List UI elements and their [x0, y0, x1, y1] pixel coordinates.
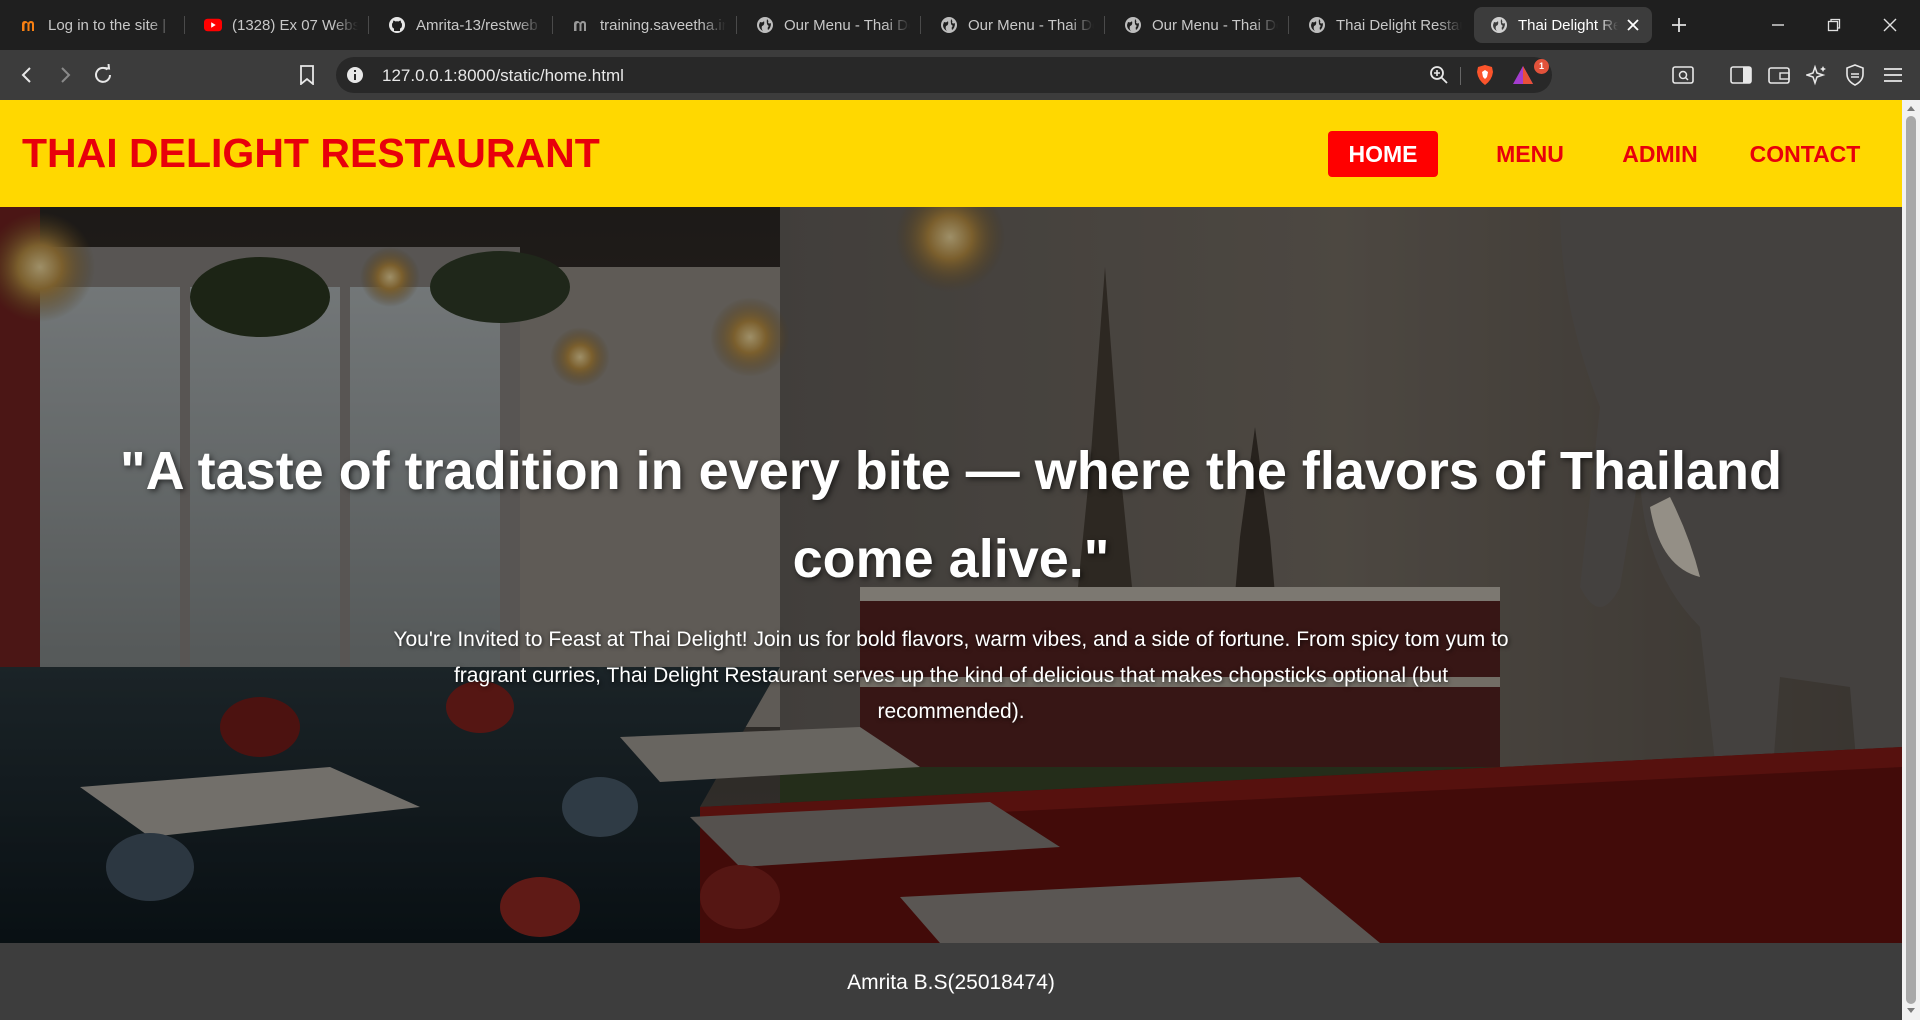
page-viewport: THAI DELIGHT RESTAURANT HOME MENU ADMIN …	[0, 100, 1920, 1020]
sidebar-toggle-icon[interactable]	[1728, 62, 1754, 88]
brave-rewards-icon[interactable]	[1512, 64, 1534, 86]
github-icon	[388, 16, 406, 34]
tab-title: training.saveetha.in	[600, 16, 726, 34]
url-text[interactable]: 127.0.0.1:8000/static/home.html	[382, 66, 624, 86]
close-tab-icon[interactable]	[1624, 16, 1642, 34]
moodle-icon	[20, 16, 38, 34]
globe-icon	[1308, 16, 1326, 34]
globe-icon	[756, 16, 774, 34]
browser-tab[interactable]: Our Menu - Thai Delight	[736, 7, 920, 43]
tab-title: Our Menu - Thai Delight	[784, 16, 910, 34]
browser-tab[interactable]: Our Menu - Thai Delight	[1104, 7, 1288, 43]
zoom-icon[interactable]	[1428, 64, 1450, 86]
back-arrow-icon[interactable]	[14, 62, 40, 88]
site-header: THAI DELIGHT RESTAURANT HOME MENU ADMIN …	[0, 100, 1902, 207]
close-window-icon[interactable]	[1875, 10, 1905, 40]
leo-ai-icon[interactable]	[1804, 62, 1830, 88]
brave-shields-icon[interactable]	[1474, 64, 1496, 86]
new-tab-plus-icon[interactable]	[1664, 10, 1694, 40]
browser-tabstrip: Log in to the site | (1328) Ex 07 Webs A…	[0, 0, 1920, 50]
globe-icon	[940, 16, 958, 34]
browser-tab[interactable]: Amrita-13/restweb	[368, 7, 552, 43]
scrollbar-thumb[interactable]	[1906, 116, 1916, 1004]
browser-tab[interactable]: (1328) Ex 07 Webs	[184, 7, 368, 43]
minimize-icon[interactable]	[1763, 10, 1793, 40]
globe-icon	[1490, 16, 1508, 34]
site-brand[interactable]: THAI DELIGHT RESTAURANT	[22, 130, 600, 177]
site-info-icon[interactable]	[344, 64, 366, 86]
hero-tagline: "A taste of tradition in every bite — wh…	[120, 441, 1782, 589]
tab-title: Thai Delight Restaurant	[1518, 16, 1618, 34]
tab-title: Amrita-13/restweb	[416, 16, 538, 34]
tab-title: Our Menu - Thai Delight	[968, 16, 1094, 34]
vpn-shield-icon[interactable]	[1842, 62, 1868, 88]
nav-admin[interactable]: ADMIN	[1600, 131, 1720, 177]
menu-hamburger-icon[interactable]	[1880, 62, 1906, 88]
scroll-down-icon[interactable]	[1906, 1006, 1916, 1016]
address-bar[interactable]: 127.0.0.1:8000/static/home.html 1	[336, 57, 1552, 93]
forward-arrow-icon[interactable]	[52, 62, 78, 88]
site-footer: Amrita B.S(25018474)	[0, 943, 1902, 1020]
scroll-up-icon[interactable]	[1906, 103, 1916, 113]
tab-title: Our Menu - Thai Delight	[1152, 16, 1278, 34]
browser-toolbar: 127.0.0.1:8000/static/home.html 1	[0, 50, 1920, 100]
globe-icon	[1124, 16, 1142, 34]
nav-contact[interactable]: CONTACT	[1735, 131, 1875, 177]
nav-home[interactable]: HOME	[1328, 131, 1438, 177]
nav-menu[interactable]: MENU	[1470, 131, 1590, 177]
tab-title: Log in to the site |	[48, 16, 167, 34]
bookmark-icon[interactable]	[294, 62, 320, 88]
rewards-badge: 1	[1534, 59, 1549, 74]
moodle-icon	[572, 16, 590, 34]
page-search-icon[interactable]	[1670, 62, 1696, 88]
wallet-icon[interactable]	[1766, 62, 1792, 88]
hero-intro-text: You're Invited to Feast at Thai Delight!…	[393, 628, 1509, 723]
youtube-icon	[204, 16, 222, 34]
browser-tab-active[interactable]: Thai Delight Restaurant	[1474, 7, 1652, 43]
page-scrollbar[interactable]	[1902, 100, 1920, 1020]
reload-icon[interactable]	[90, 62, 116, 88]
restore-icon[interactable]	[1819, 10, 1849, 40]
tab-title: (1328) Ex 07 Webs	[232, 16, 358, 34]
browser-tab[interactable]: training.saveetha.in	[552, 7, 736, 43]
hero-section: "A taste of tradition in every bite — wh…	[0, 207, 1902, 943]
browser-tab[interactable]: Log in to the site |	[0, 7, 184, 43]
footer-credit: Amrita B.S(25018474)	[847, 971, 1055, 994]
browser-tab[interactable]: Our Menu - Thai Delight	[920, 7, 1104, 43]
browser-tab[interactable]: Thai Delight Restaurant	[1288, 7, 1472, 43]
tab-title: Thai Delight Restaurant	[1336, 16, 1462, 34]
omnibox-divider	[1460, 67, 1461, 85]
